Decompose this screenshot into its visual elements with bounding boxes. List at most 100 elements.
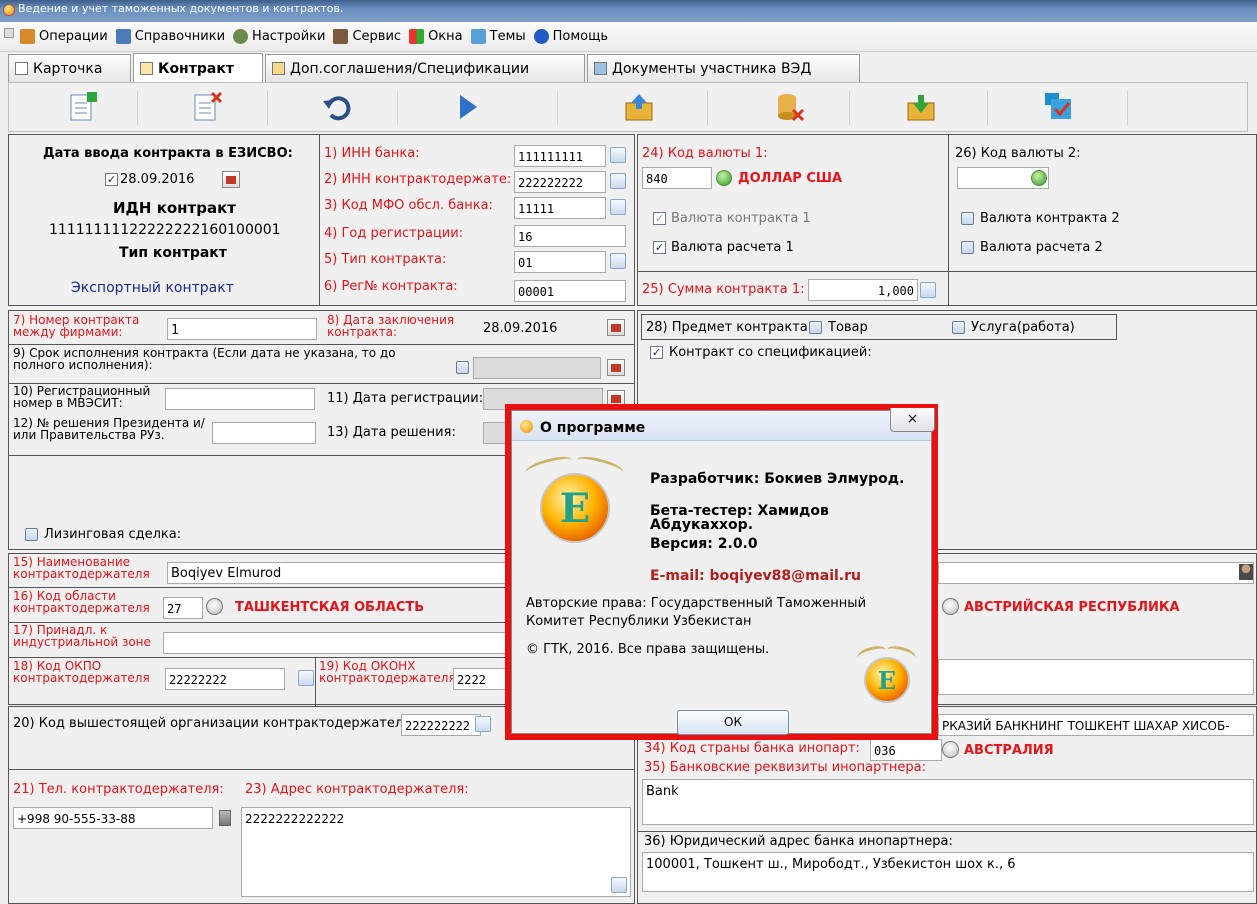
term-label: 9) Срок исполнения контракта (Если дата …	[13, 346, 396, 372]
decree-field[interactable]	[212, 422, 316, 444]
contract-type-field[interactable]: 01	[514, 251, 606, 273]
entry-date-checkbox[interactable]: ✓	[105, 173, 118, 186]
tab-agreements[interactable]: Доп.соглашения/Спецификации	[265, 54, 585, 82]
mves-field[interactable]	[165, 388, 315, 410]
bank-country-name: АВСТРАЛИЯ	[964, 743, 1054, 758]
toolbar-separator	[849, 91, 850, 125]
mves-label: 10) Регистрационный номер в МВЭСИТ:	[13, 384, 151, 410]
year-field[interactable]: 16	[514, 225, 626, 247]
database-delete-icon	[778, 94, 805, 122]
import-button[interactable]	[905, 91, 937, 123]
tab-documents[interactable]: Документы участника ВЭД	[587, 54, 860, 82]
okonh-field[interactable]: 2222	[453, 668, 513, 690]
sum-label: 25) Сумма контракта 1:	[642, 282, 805, 297]
sum-field[interactable]: 1,000	[808, 279, 918, 301]
undo-button[interactable]	[321, 91, 353, 123]
regno-label: 6) Рег№ контракта:	[324, 279, 458, 294]
partner-name-field[interactable]	[938, 562, 1254, 584]
country-lookup-icon[interactable]	[942, 598, 959, 615]
settle-currency1-checkbox[interactable]: ✓	[653, 241, 666, 254]
calculator-icon[interactable]	[920, 282, 936, 298]
lookup-icon[interactable]	[610, 199, 626, 215]
menu-windows[interactable]: Окна	[409, 22, 463, 50]
tab-contract[interactable]: Контракт	[133, 53, 263, 83]
menu-operations[interactable]: Операции	[20, 22, 108, 50]
settle-currency2-checkbox[interactable]	[961, 241, 974, 254]
toolbar-separator	[1127, 91, 1128, 125]
partner-bank-name-field[interactable]: РКАЗИЙ БАНКНИНГ ТОШКЕНТ ШАХАР ХИСОБ-	[938, 714, 1254, 736]
agreements-icon	[272, 62, 285, 75]
currency-icon[interactable]	[716, 170, 732, 186]
version-text: Версия: 2.0.0	[650, 536, 758, 552]
service-checkbox[interactable]	[952, 321, 965, 334]
toolbar-separator	[397, 91, 398, 125]
lookup-icon[interactable]	[298, 670, 314, 686]
contract-currency1-checkbox[interactable]: ✓	[653, 212, 666, 225]
contract-currency2-checkbox[interactable]	[961, 212, 974, 225]
person-icon[interactable]	[1239, 564, 1253, 580]
lookup-icon[interactable]	[610, 147, 626, 163]
tel-field[interactable]: +998 90-555-33-88	[13, 807, 213, 829]
lookup-icon[interactable]	[610, 173, 626, 189]
calendar-icon[interactable]	[222, 171, 240, 188]
currency1-label: 24) Код валюты 1:	[642, 146, 768, 161]
bank-requisites-field[interactable]: Bank	[642, 779, 1254, 825]
delete-document-button[interactable]	[191, 91, 223, 123]
currency2-panel: 26) Код валюты 2: Валюта контракта 2 Вал…	[948, 134, 1257, 306]
bank-legal-address-field[interactable]: 100001, Тошкент ш., Мирободт., Узбекисто…	[642, 852, 1254, 892]
okpo-field[interactable]: 22222222	[165, 668, 285, 690]
contract-number-label: 7) Номер контракта между фирмами:	[13, 313, 140, 339]
address-field[interactable]: 2222222222222	[241, 807, 631, 897]
divider	[638, 831, 1256, 832]
lookup-icon[interactable]	[475, 716, 491, 732]
inn-holder-field[interactable]: 222222222	[514, 171, 606, 193]
idn-value: 11111111122222222160100001	[49, 222, 281, 238]
address-label: 23) Адрес контрактодержателя:	[245, 782, 469, 797]
delete-db-button[interactable]	[774, 91, 806, 123]
menu-service[interactable]: Сервис	[333, 22, 401, 50]
spec-label: Контракт со спецификацией:	[669, 345, 872, 360]
inn-bank-field[interactable]: 111111111	[514, 145, 606, 167]
country-lookup-icon[interactable]	[942, 741, 959, 758]
toolbar-separator	[707, 91, 708, 125]
gear-icon	[233, 28, 249, 44]
contract-currency1-label: Валюта контракта 1	[671, 211, 811, 226]
calendar-icon[interactable]	[607, 359, 625, 376]
settle-currency1-label: Валюта расчета 1	[671, 240, 794, 255]
region-code-field[interactable]: 27	[163, 597, 203, 619]
goods-checkbox[interactable]	[809, 321, 822, 334]
currency1-field[interactable]: 840	[642, 167, 712, 189]
regno-field[interactable]: 00001	[514, 280, 626, 302]
service-icon	[333, 28, 349, 44]
tab-card[interactable]: Карточка	[8, 54, 131, 82]
term-field[interactable]	[473, 357, 601, 379]
mfo-field[interactable]: 11111	[514, 197, 606, 219]
play-icon	[460, 95, 477, 119]
documents-icon	[594, 62, 607, 75]
contract-number-field[interactable]: 1	[167, 318, 317, 340]
ok-button[interactable]: ОК	[677, 710, 789, 735]
menu-help[interactable]: Помощь	[533, 22, 608, 50]
lookup-icon[interactable]	[610, 253, 626, 269]
bank-country-code-field[interactable]: 036	[870, 739, 942, 761]
partner-country: АВСТРИЙСКАЯ РЕСПУБЛИКА	[964, 600, 1180, 615]
menu-settings[interactable]: Настройки	[233, 22, 325, 50]
parent-org-field[interactable]: 222222222	[401, 714, 481, 736]
leasing-checkbox[interactable]	[25, 528, 38, 541]
close-button[interactable]: ×	[890, 408, 935, 432]
term-checkbox[interactable]	[456, 361, 469, 374]
lookup-icon[interactable]	[611, 877, 627, 893]
check-button[interactable]	[1043, 91, 1075, 123]
menu-themes[interactable]: Темы	[470, 22, 526, 50]
export-button[interactable]	[623, 91, 655, 123]
region-lookup-icon[interactable]	[206, 598, 223, 615]
partner-address-field[interactable]	[938, 659, 1254, 695]
next-button[interactable]	[451, 91, 483, 123]
currency-icon[interactable]	[1031, 170, 1047, 186]
new-document-button[interactable]	[67, 91, 99, 123]
menu-references[interactable]: Справочники	[115, 22, 225, 50]
about-dialog: О программе × E Разработчик: Бокиев Элму…	[511, 408, 935, 735]
spec-checkbox[interactable]: ✓	[650, 346, 663, 359]
calendar-icon[interactable]	[607, 319, 625, 336]
themes-icon	[470, 28, 486, 44]
